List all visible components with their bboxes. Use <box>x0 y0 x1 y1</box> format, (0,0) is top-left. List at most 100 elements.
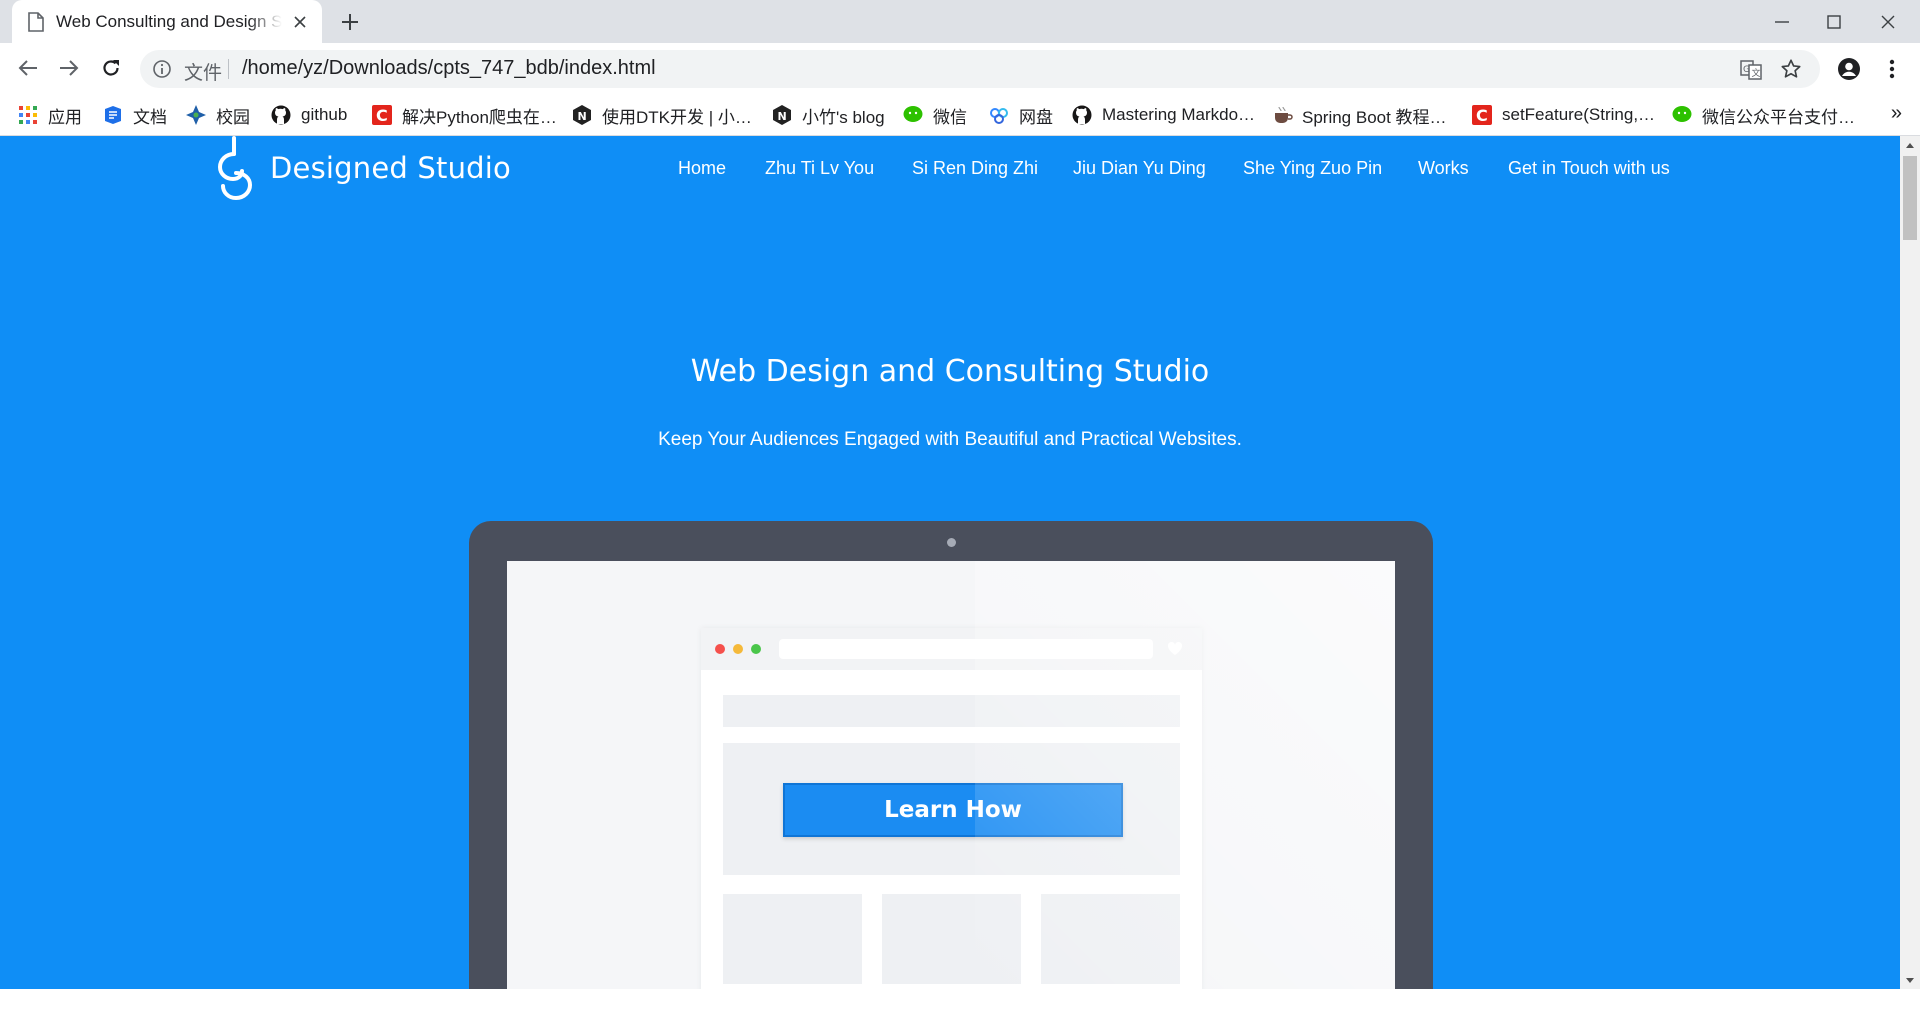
mock-block <box>882 894 1021 984</box>
bookmark-pan[interactable]: 网盘 <box>989 103 1053 127</box>
tab-title: Web Consulting and Design Studio <box>56 11 282 31</box>
page-viewport: Designed Studio Home Zhu Ti Lv You Si Re… <box>0 136 1920 989</box>
learn-how-button: Learn How <box>783 783 1123 837</box>
camera-dot <box>947 538 956 547</box>
bookmark-setfeature[interactable]: C setFeature(String,… <box>1472 103 1655 127</box>
browser-toolbar: 文件 /home/yz/Downloads/cpts_747_bdb/index… <box>0 43 1920 93</box>
forward-button[interactable] <box>55 54 83 82</box>
bookmark-star-icon[interactable] <box>1780 58 1802 80</box>
bookmark-label: Spring Boot 教程… <box>1302 107 1447 127</box>
page-scrollbar[interactable] <box>1900 136 1920 989</box>
csdn-icon: C <box>1472 105 1492 125</box>
mock-block <box>723 695 1180 727</box>
horizontal-scroll-area <box>0 989 1920 1013</box>
scrollbar-thumb[interactable] <box>1903 156 1917 240</box>
bookmark-markdown[interactable]: Mastering Markdo… <box>1072 103 1255 127</box>
heart-icon <box>1167 641 1183 657</box>
red-dot <box>715 644 725 654</box>
page-icon <box>28 11 44 32</box>
bookmark-csdn-python[interactable]: C 解决Python爬虫在… <box>372 103 557 127</box>
nav-si-ren-ding-zhi[interactable]: Si Ren Ding Zhi <box>912 158 1038 179</box>
scroll-up-icon[interactable] <box>1900 136 1920 154</box>
nav-zhu-ti-lv-you[interactable]: Zhu Ti Lv You <box>765 158 874 179</box>
baidu-pan-icon <box>989 105 1009 125</box>
mock-browser-window: Learn How <box>701 628 1202 989</box>
bookmark-blog[interactable]: N 小竹's blog <box>772 103 885 127</box>
bookmark-label: 校园 <box>216 107 250 127</box>
mock-block: Learn How <box>723 743 1180 875</box>
svg-text:C: C <box>1476 106 1488 125</box>
nav-she-ying-zuo-pin[interactable]: She Ying Zuo Pin <box>1243 158 1382 179</box>
csdn-icon: C <box>372 105 392 125</box>
tab-close-icon[interactable] <box>290 12 310 32</box>
bookmark-label: 网盘 <box>1019 107 1053 127</box>
bookmark-label: 应用 <box>48 107 82 127</box>
more-bookmarks-button[interactable]: » <box>1891 102 1902 125</box>
apps-grid-icon <box>18 105 38 125</box>
maximize-icon[interactable] <box>1808 0 1860 43</box>
hero-section: Designed Studio Home Zhu Ti Lv You Si Re… <box>0 136 1900 989</box>
bookmark-campus[interactable]: 校园 <box>186 103 250 127</box>
scheme-label: 文件 <box>184 63 223 84</box>
nav-works[interactable]: Works <box>1418 158 1469 179</box>
coffee-icon <box>1272 105 1293 125</box>
notion-icon: N <box>772 105 792 125</box>
bookmark-springboot[interactable]: Spring Boot 教程… <box>1272 103 1447 127</box>
translate-icon[interactable]: G文 <box>1740 59 1762 81</box>
bookmark-label: 小竹's blog <box>802 107 885 127</box>
bookmark-label: github <box>301 105 348 124</box>
mock-url-bar <box>779 639 1153 659</box>
scroll-down-icon[interactable] <box>1900 971 1920 989</box>
laptop-screen: Learn How <box>507 561 1395 989</box>
profile-avatar-icon[interactable] <box>1835 55 1863 83</box>
menu-kebab-icon[interactable] <box>1878 55 1906 83</box>
info-icon[interactable] <box>152 59 172 79</box>
bookmarks-bar: 应用 文档 校园 github C 解决Python爬虫在… N 使用DTK开发… <box>0 93 1920 136</box>
bookmark-label: 微信公众平台支付… <box>1702 107 1855 127</box>
laptop-illustration: Learn How <box>469 521 1433 989</box>
bookmark-github[interactable]: github <box>271 103 347 127</box>
hero-title: Web Design and Consulting Studio <box>690 354 1210 389</box>
bookmark-docs[interactable]: 文档 <box>103 103 167 127</box>
bookmark-label: Mastering Markdo… <box>1102 105 1256 124</box>
bookmark-apps[interactable]: 应用 <box>18 103 82 127</box>
site-logo[interactable]: Designed Studio <box>212 136 511 201</box>
nav-jiu-dian-yu-ding[interactable]: Jiu Dian Yu Ding <box>1073 158 1206 179</box>
wechat-icon <box>1672 105 1692 125</box>
divider <box>228 59 229 79</box>
github-icon <box>271 105 291 125</box>
wechat-icon <box>903 105 923 125</box>
nav-home[interactable]: Home <box>678 158 726 179</box>
brand-name: Designed Studio <box>270 151 511 185</box>
bookmark-label: 文档 <box>133 107 167 127</box>
svg-text:文: 文 <box>1752 67 1761 79</box>
minimize-icon[interactable] <box>1756 0 1808 43</box>
bookmark-wechat[interactable]: 微信 <box>903 103 967 127</box>
campus-icon <box>186 105 206 125</box>
hero-subtitle: Keep Your Audiences Engaged with Beautif… <box>658 429 1242 450</box>
browser-tab[interactable]: Web Consulting and Design Studio <box>12 0 322 43</box>
bookmark-label: 解决Python爬虫在… <box>402 107 557 127</box>
nav-contact[interactable]: Get in Touch with us <box>1508 158 1670 179</box>
yellow-dot <box>733 644 743 654</box>
green-dot <box>751 644 761 654</box>
notion-icon: N <box>572 105 592 125</box>
back-button[interactable] <box>14 54 42 82</box>
docs-icon <box>103 105 123 125</box>
mock-block <box>723 894 862 984</box>
github-icon <box>1072 105 1092 125</box>
svg-text:N: N <box>578 110 587 123</box>
bookmark-label: 使用DTK开发 | 小… <box>602 107 752 127</box>
logo-mark-icon <box>212 136 258 201</box>
bookmark-dtk[interactable]: N 使用DTK开发 | 小… <box>572 103 752 127</box>
address-bar[interactable]: 文件 /home/yz/Downloads/cpts_747_bdb/index… <box>140 50 1820 88</box>
reload-button[interactable] <box>97 54 125 82</box>
svg-text:N: N <box>778 110 787 123</box>
svg-text:G: G <box>1743 65 1750 75</box>
bookmark-wechat-pay[interactable]: 微信公众平台支付… <box>1672 103 1855 127</box>
mock-block <box>1041 894 1180 984</box>
close-icon[interactable] <box>1862 0 1914 43</box>
svg-text:C: C <box>376 106 388 125</box>
url-text[interactable]: /home/yz/Downloads/cpts_747_bdb/index.ht… <box>242 57 656 80</box>
new-tab-button[interactable] <box>338 10 362 34</box>
